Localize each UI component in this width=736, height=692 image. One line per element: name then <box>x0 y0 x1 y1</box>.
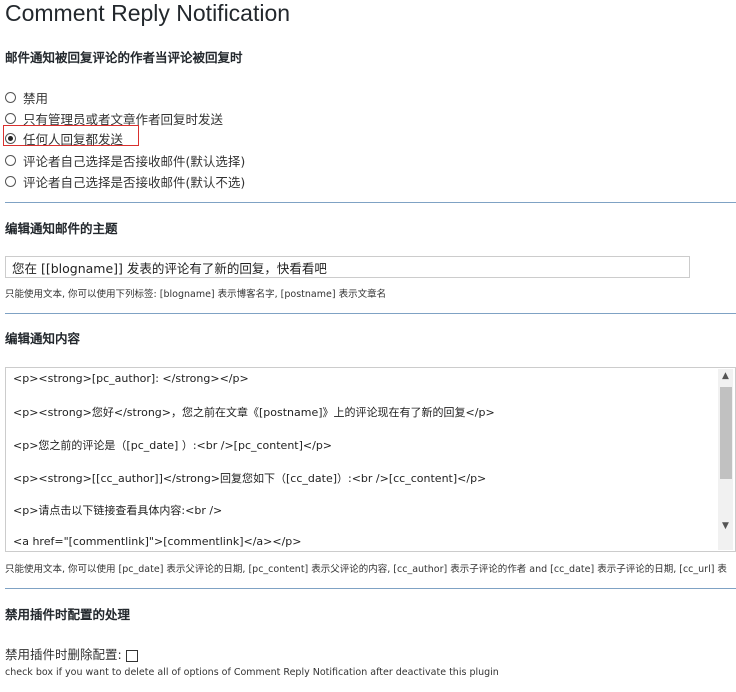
radio-label: 评论者自己选择是否接收邮件(默认选择) <box>23 154 246 169</box>
radio-button[interactable] <box>5 113 16 124</box>
textarea-line: <p><strong>[[cc_author]]</strong>回复您如下（[… <box>13 472 487 485</box>
radio-button-checked[interactable] <box>5 133 16 144</box>
textarea-line: <p>请点击以下链接查看具体内容:<br /> <box>13 504 223 517</box>
radio-option-disable[interactable]: 禁用 <box>5 88 48 107</box>
radio-option-anyone[interactable]: 任何人回复都发送 <box>5 129 123 148</box>
content-section-heading: 编辑通知内容 <box>5 331 81 346</box>
radio-label: 评论者自己选择是否接收邮件(默认不选) <box>23 175 246 190</box>
radio-label: 任何人回复都发送 <box>23 132 124 147</box>
section-divider <box>5 202 736 203</box>
textarea-line: <p>您之前的评论是（[pc_date] ）:<br />[pc_content… <box>13 439 333 452</box>
radio-button[interactable] <box>5 92 16 103</box>
notify-section-heading: 邮件通知被回复评论的作者当评论被回复时 <box>5 50 243 65</box>
deactivate-hint: check box if you want to delete all of o… <box>5 667 499 678</box>
section-divider <box>5 588 736 589</box>
radio-button[interactable] <box>5 155 16 166</box>
textarea-scrollbar[interactable]: ▲ ▼ <box>718 369 733 550</box>
radio-option-user-choice-unchecked[interactable]: 评论者自己选择是否接收邮件(默认不选) <box>5 172 245 191</box>
subject-section-heading: 编辑通知邮件的主题 <box>5 221 118 236</box>
subject-input[interactable] <box>5 256 690 278</box>
page-title: Comment Reply Notification <box>5 0 291 26</box>
section-divider <box>5 313 736 314</box>
textarea-line: <p><strong>您好</strong>，您之前在文章《[postname]… <box>13 406 495 419</box>
delete-config-label: 禁用插件时删除配置: <box>5 647 122 662</box>
scroll-down-arrow-icon[interactable]: ▼ <box>718 519 733 533</box>
textarea-line: <p><strong>[pc_author]: </strong></p> <box>13 372 249 385</box>
delete-config-checkbox[interactable] <box>125 649 138 662</box>
content-textarea[interactable]: <p><strong>[pc_author]: </strong></p> <p… <box>5 367 736 552</box>
scroll-thumb[interactable] <box>720 387 732 479</box>
subject-hint: 只能使用文本, 你可以使用下列标签: [blogname] 表示博客名字, [p… <box>5 289 387 300</box>
deactivate-section-heading: 禁用插件时配置的处理 <box>5 607 131 622</box>
radio-option-user-choice-checked[interactable]: 评论者自己选择是否接收邮件(默认选择) <box>5 151 245 170</box>
content-hint: 只能使用文本, 你可以使用 [pc_date] 表示父评论的日期, [pc_co… <box>5 564 727 575</box>
radio-button[interactable] <box>5 176 16 187</box>
radio-label: 禁用 <box>23 91 49 106</box>
delete-config-row: 禁用插件时删除配置: <box>5 644 138 663</box>
textarea-line: <a href="[commentlink]">[commentlink]</a… <box>13 535 302 548</box>
scroll-up-arrow-icon[interactable]: ▲ <box>718 369 733 383</box>
